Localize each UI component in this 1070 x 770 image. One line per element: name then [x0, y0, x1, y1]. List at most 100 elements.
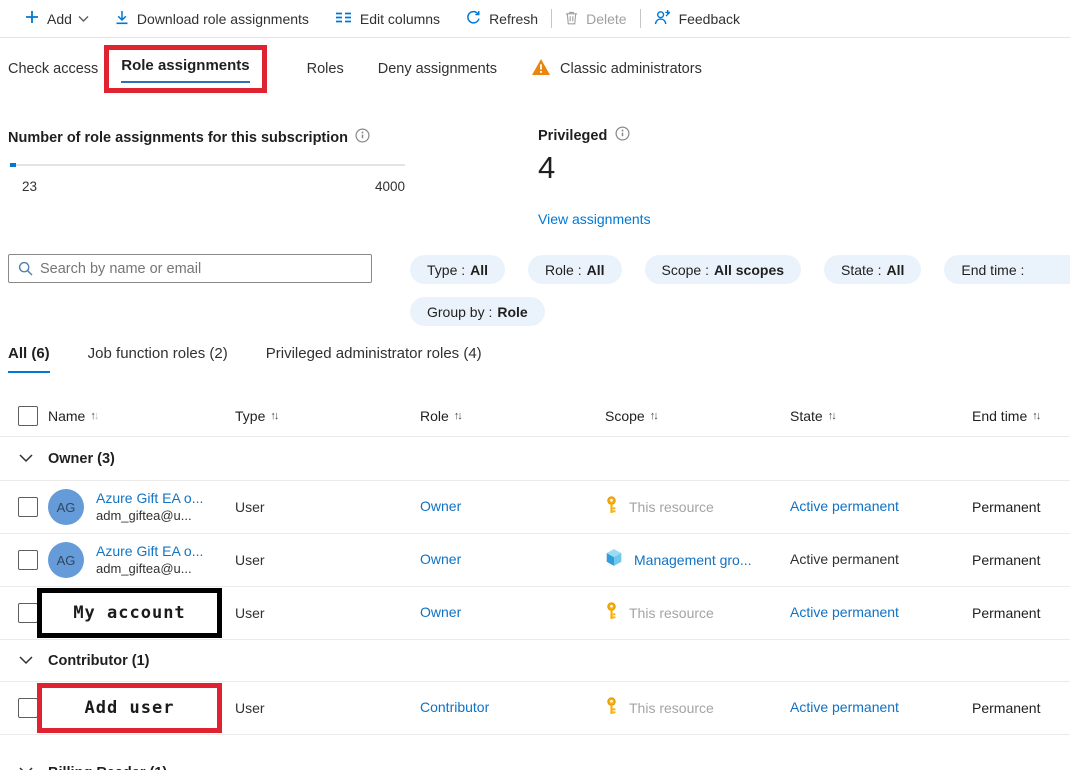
tab-deny-assignments-label: Deny assignments	[378, 61, 497, 77]
trash-icon	[565, 10, 578, 28]
info-icon[interactable]	[615, 126, 630, 145]
select-all-checkbox[interactable]	[18, 406, 38, 426]
filter-pill-role[interactable]: Role : All	[528, 255, 621, 284]
state-link[interactable]: Active permanent	[790, 498, 899, 514]
state-link[interactable]: Active permanent	[790, 699, 899, 715]
download-role-assignments-button[interactable]: Download role assignments	[102, 0, 322, 37]
search-input[interactable]	[40, 261, 371, 277]
role-link[interactable]: Owner	[420, 551, 461, 567]
column-label: Type	[235, 408, 265, 424]
filter-pill-state[interactable]: State : All	[824, 255, 921, 284]
edit-columns-button[interactable]: Edit columns	[322, 0, 453, 37]
column-label: State	[790, 408, 823, 424]
pill-label: Scope :	[662, 262, 709, 278]
annotation-box-add-user: Add user	[37, 683, 222, 733]
tab-deny-assignments[interactable]: Deny assignments	[378, 61, 497, 77]
table-row[interactable]: AG Azure Gift EA o... adm_giftea@u... Us…	[0, 534, 1070, 587]
list-tab-all[interactable]: All (6)	[8, 345, 50, 373]
scope-label: This resource	[629, 605, 714, 621]
row-checkbox[interactable]	[18, 497, 38, 517]
principal-email: adm_giftea@u...	[96, 508, 203, 525]
row-checkbox[interactable]	[18, 550, 38, 570]
group-label: Owner (3)	[48, 451, 115, 467]
tab-classic-administrators-label: Classic administrators	[560, 61, 702, 77]
role-count-max: 4000	[375, 179, 405, 194]
chevron-down-icon	[19, 450, 33, 468]
pill-value: All	[587, 262, 605, 278]
progress-fill	[10, 163, 16, 167]
column-label: Role	[420, 408, 449, 424]
scope-link[interactable]: Management gro...	[634, 552, 752, 568]
column-header-type[interactable]: Type↑↓	[235, 408, 420, 424]
sort-icon: ↑↓	[90, 410, 97, 422]
list-tab-job-function-roles[interactable]: Job function roles (2)	[88, 345, 228, 373]
sort-icon: ↑↓	[828, 410, 835, 422]
table-header: Name↑↓ Type↑↓ Role↑↓ Scope↑↓ State↑↓ End…	[0, 395, 1070, 437]
group-header-owner[interactable]: Owner (3)	[0, 437, 1070, 481]
stats-section: Number of role assignments for this subs…	[0, 100, 1070, 240]
name-cell: AG Azure Gift EA o... adm_giftea@u...	[48, 542, 235, 578]
view-assignments-link[interactable]: View assignments	[538, 211, 651, 227]
list-tabs: All (6) Job function roles (2) Privilege…	[8, 345, 482, 373]
role-assignments-page: Add Download role assignments Edit colum…	[0, 0, 1070, 770]
role-count-title-text: Number of role assignments for this subs…	[8, 130, 348, 146]
feedback-button[interactable]: Feedback	[641, 0, 753, 37]
main-tabs: Check access Role assignments Roles Deny…	[0, 38, 1070, 100]
state-link[interactable]: Active permanent	[790, 604, 899, 620]
tab-role-assignments[interactable]: Role assignments	[121, 57, 249, 84]
pill-label: Role :	[545, 262, 582, 278]
avatar: AG	[48, 542, 84, 578]
principal-name-link[interactable]: Azure Gift EA o...	[96, 542, 203, 560]
list-tab-privileged-admin-roles[interactable]: Privileged administrator roles (4)	[266, 345, 482, 373]
pill-label: Type :	[427, 262, 465, 278]
columns-icon	[335, 11, 352, 27]
delete-button[interactable]: Delete	[552, 0, 639, 37]
group-header-contributor[interactable]: Contributor (1)	[0, 640, 1070, 682]
row-checkbox[interactable]	[18, 603, 38, 623]
annotation-box-role-assignments: Role assignments	[104, 45, 266, 94]
table-row[interactable]: Add user User Contributor This resource …	[0, 682, 1070, 735]
role-count-title: Number of role assignments for this subs…	[8, 128, 405, 147]
column-header-name[interactable]: Name↑↓	[48, 408, 235, 424]
tab-roles[interactable]: Roles	[307, 61, 344, 77]
tab-role-assignments-label: Role assignments	[121, 57, 249, 74]
refresh-icon	[466, 10, 481, 28]
column-header-state[interactable]: State ↑↓	[790, 408, 972, 424]
row-checkbox[interactable]	[18, 698, 38, 718]
role-count-progress-bar	[8, 163, 405, 167]
filter-pill-type[interactable]: Type :All	[410, 255, 505, 284]
group-header-billing-reader[interactable]: Billing Reader (1)	[0, 735, 1070, 770]
filter-pill-end-time[interactable]: End time :	[944, 255, 1070, 284]
command-bar: Add Download role assignments Edit colum…	[0, 0, 1070, 38]
sort-icon: ↑↓	[454, 410, 461, 422]
role-link[interactable]: Owner	[420, 604, 461, 620]
search-icon	[18, 261, 33, 276]
table-row[interactable]: AG Azure Gift EA o... adm_giftea@u... Us…	[0, 481, 1070, 534]
warning-icon	[531, 58, 551, 80]
filter-pill-group-by[interactable]: Group by :Role	[410, 297, 545, 326]
pill-label: State :	[841, 262, 881, 278]
tab-classic-administrators[interactable]: Classic administrators	[531, 58, 702, 80]
column-header-role[interactable]: Role ↑↓	[420, 408, 605, 424]
type-cell: User	[235, 605, 420, 621]
role-count-current: 23	[22, 179, 37, 194]
tab-check-access[interactable]: Check access	[8, 61, 98, 77]
column-header-scope[interactable]: Scope↑↓	[605, 408, 790, 424]
pill-value: All	[886, 262, 904, 278]
pill-label: Group by :	[427, 304, 492, 320]
refresh-button[interactable]: Refresh	[453, 0, 551, 37]
privileged-block: Privileged 4 View assignments	[538, 126, 651, 227]
add-button[interactable]: Add	[12, 0, 102, 37]
plus-icon	[25, 10, 39, 27]
download-icon	[115, 10, 129, 28]
principal-name-link[interactable]: Azure Gift EA o...	[96, 489, 203, 507]
info-icon[interactable]	[355, 128, 370, 147]
column-label: Scope	[605, 408, 645, 424]
principal-email: adm_giftea@u...	[96, 561, 203, 578]
scope-cell: This resource	[605, 602, 790, 625]
table-row[interactable]: My account User Owner This resource Acti…	[0, 587, 1070, 640]
role-link[interactable]: Contributor	[420, 699, 489, 715]
column-header-end-time[interactable]: End time↑↓	[972, 408, 1070, 424]
role-link[interactable]: Owner	[420, 498, 461, 514]
filter-pill-scope[interactable]: Scope :All scopes	[645, 255, 802, 284]
